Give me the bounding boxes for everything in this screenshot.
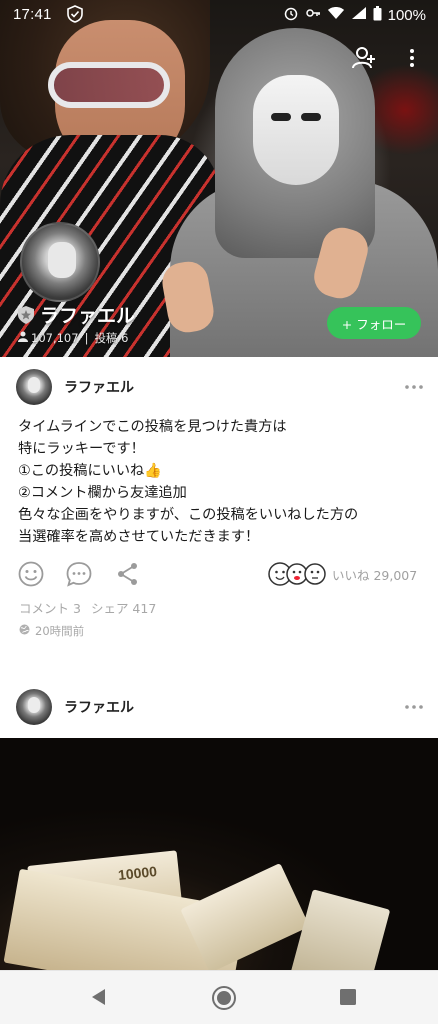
post-header: ラファエル <box>0 367 438 407</box>
post-timestamp: 20時間前 <box>19 623 84 639</box>
profile-cover: 17:41 100% ラファエル 107,107 | 投稿 6 + フォロー <box>0 0 438 357</box>
post-image-cash-stacks[interactable]: 10000 <box>0 738 438 970</box>
status-time: 17:41 <box>13 6 52 23</box>
post-text-line: ①この投稿にいいね👍 <box>18 463 162 479</box>
post-body-text: タイムラインでこの投稿を見つけた貴方は 特にラッキーです！ ①この投稿にいいね👍… <box>18 416 418 548</box>
comment-bubble-icon[interactable] <box>65 560 93 588</box>
banknote-stack <box>289 889 391 970</box>
profile-name-row: ラファエル <box>18 301 135 328</box>
shield-icon <box>66 5 84 27</box>
post-text-line: 特にラッキーです！ <box>18 441 145 457</box>
post-header: ラファエル <box>0 687 438 727</box>
post-author-name[interactable]: ラファエル <box>64 697 134 717</box>
smiley-icon[interactable] <box>17 560 45 588</box>
status-bar: 17:41 100% <box>0 0 438 30</box>
wifi-icon <box>327 6 345 24</box>
more-vert-icon[interactable] <box>402 44 422 74</box>
reaction-stickers[interactable] <box>268 560 328 588</box>
followers-count: 107,107 <box>31 331 79 345</box>
shares-count[interactable]: シェア 417 <box>91 598 156 617</box>
globe-icon <box>19 624 30 638</box>
official-badge-icon <box>18 305 34 324</box>
profile-avatar[interactable] <box>20 222 100 302</box>
key-icon <box>305 5 321 25</box>
post-time: 20時間前 <box>35 624 85 638</box>
alarm-icon <box>283 5 299 25</box>
back-triangle-icon[interactable] <box>88 986 110 1008</box>
post-text-line: 色々な企画をやりますが、この投稿をいいねした方の <box>18 507 359 523</box>
post-author-name[interactable]: ラファエル <box>64 377 134 397</box>
stats-separator: | <box>84 331 89 345</box>
home-circle-icon[interactable] <box>211 985 237 1011</box>
more-horiz-icon[interactable] <box>404 699 424 713</box>
add-friend-icon[interactable] <box>350 44 380 74</box>
person-icon <box>18 331 28 345</box>
post-text-line: ②コメント欄から友達追加 <box>18 485 187 501</box>
post-text-line: 当選確率を高めさせていただきます！ <box>18 529 260 545</box>
system-navigation-bar <box>0 970 438 1024</box>
post-text-line: タイムラインでこの投稿を見つけた貴方は <box>18 419 287 435</box>
profile-stats: 107,107 | 投稿 6 <box>18 330 128 346</box>
cover-photo-sunglasses <box>48 62 170 108</box>
battery-percent: 100% <box>387 6 426 24</box>
more-horiz-icon[interactable] <box>404 379 424 393</box>
post-author-avatar[interactable] <box>16 689 52 725</box>
share-icon[interactable] <box>114 560 142 588</box>
cover-photo-mask <box>253 75 339 185</box>
follow-button[interactable]: + フォロー <box>327 307 421 339</box>
status-indicators: 100% <box>283 5 426 25</box>
post-author-avatar[interactable] <box>16 369 52 405</box>
likes-count[interactable]: いいね 29,007 <box>332 565 417 584</box>
post-actions: いいね 29,007 <box>0 559 438 591</box>
profile-name: ラファエル <box>40 305 136 327</box>
posts-count: 投稿 6 <box>94 331 129 345</box>
battery-icon <box>373 5 382 25</box>
recent-apps-square-icon[interactable] <box>339 988 357 1006</box>
comments-count[interactable]: コメント 3 <box>19 598 81 617</box>
signal-icon <box>351 6 367 24</box>
post-counts: コメント 3 シェア 417 <box>19 598 156 617</box>
